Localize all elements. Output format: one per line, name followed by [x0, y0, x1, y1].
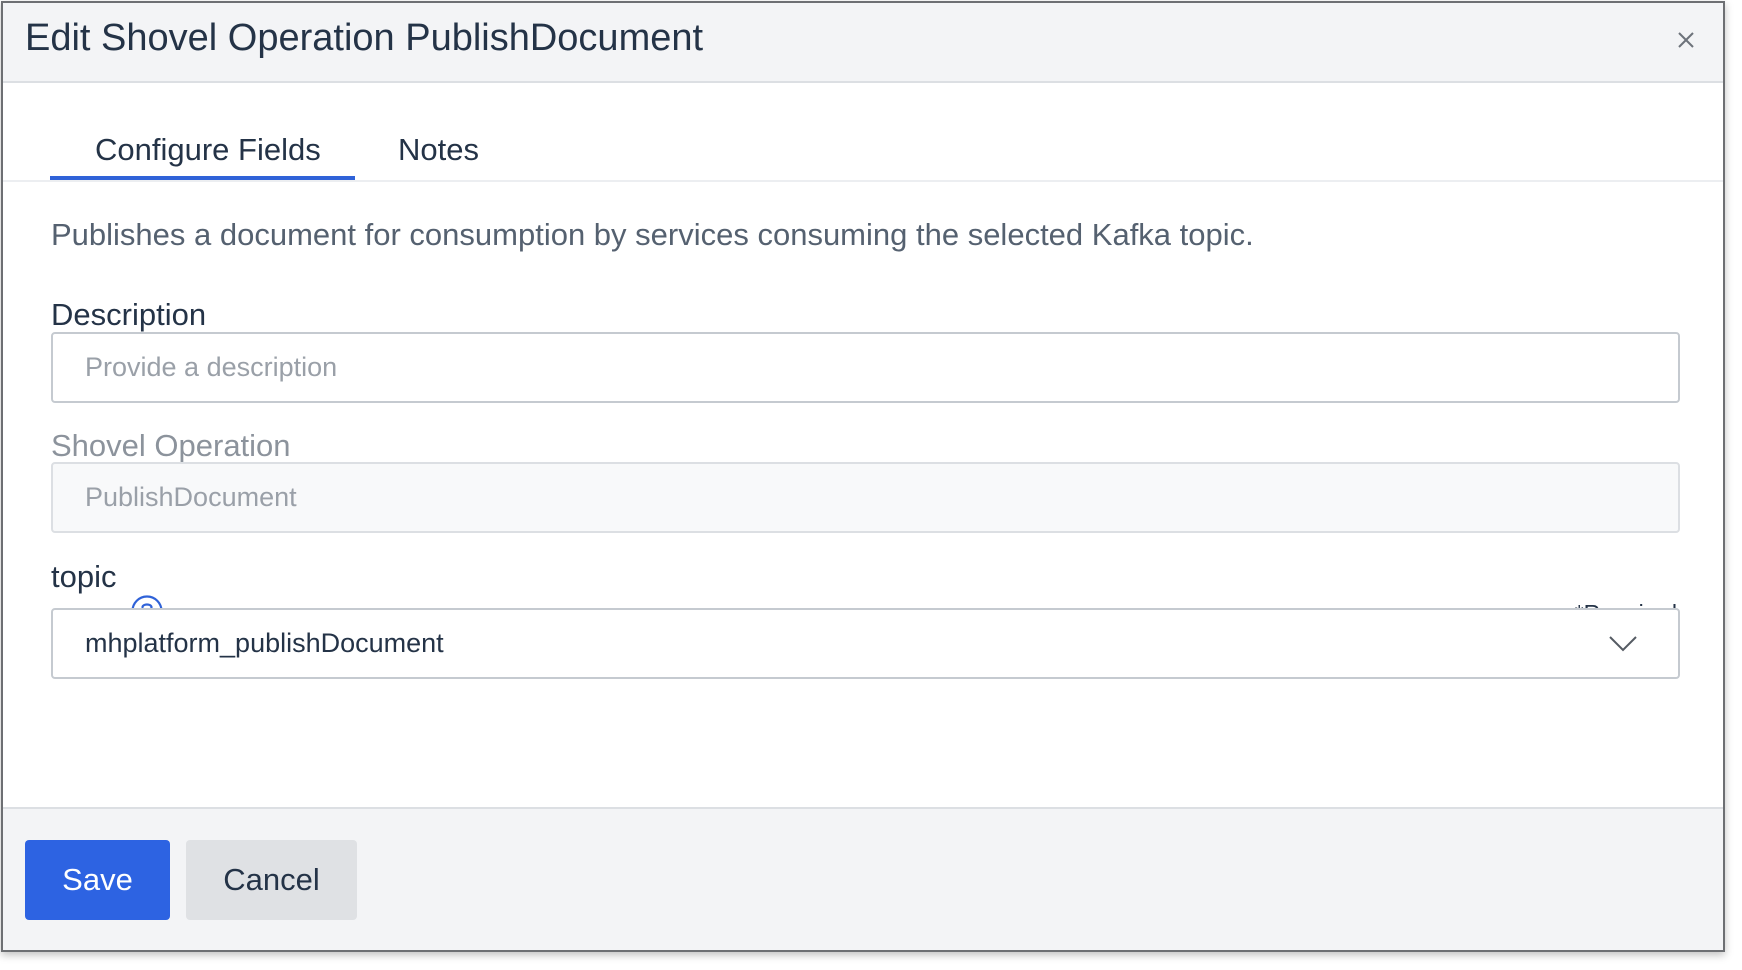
- close-button[interactable]: [1673, 27, 1699, 53]
- dialog-footer: Save Cancel: [3, 807, 1723, 950]
- dialog-title: Edit Shovel Operation PublishDocument: [25, 17, 704, 59]
- description-label: Description: [51, 297, 207, 332]
- topic-label: topic: [51, 559, 117, 594]
- close-icon: [1678, 32, 1694, 48]
- tab-notes[interactable]: Notes: [355, 83, 525, 180]
- shovel-operation-field: PublishDocument: [51, 462, 1680, 533]
- description-input[interactable]: [51, 332, 1680, 403]
- cancel-button[interactable]: Cancel: [186, 840, 357, 920]
- edit-operation-dialog: Edit Shovel Operation PublishDocument Co…: [1, 1, 1725, 952]
- dialog-header: Edit Shovel Operation PublishDocument: [3, 3, 1723, 83]
- save-button[interactable]: Save: [25, 840, 170, 920]
- chevron-down-icon: [1609, 636, 1637, 652]
- topic-selected-value: mhplatform_publishDocument: [85, 628, 444, 658]
- topic-select[interactable]: mhplatform_publishDocument: [51, 608, 1680, 679]
- operation-description-text: Publishes a document for consumption by …: [51, 217, 1254, 252]
- shovel-operation-value: PublishDocument: [85, 482, 297, 512]
- shovel-operation-label: Shovel Operation: [51, 428, 291, 463]
- tab-configure-fields[interactable]: Configure Fields: [50, 83, 355, 180]
- tab-label: Configure Fields: [95, 132, 321, 167]
- tab-label: Notes: [398, 132, 479, 167]
- tab-bar: Configure Fields Notes: [3, 83, 1723, 182]
